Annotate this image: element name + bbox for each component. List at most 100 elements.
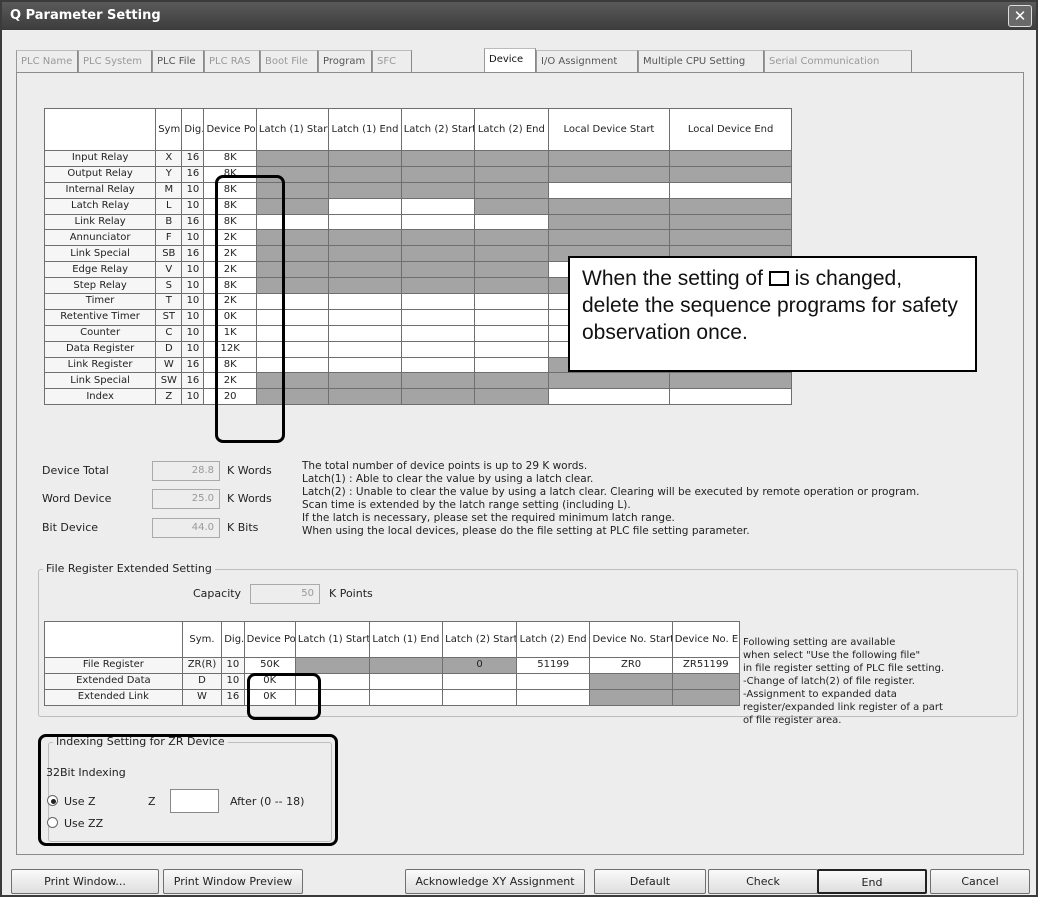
register-name-cell: Extended Link	[44, 688, 183, 706]
note-line: If the latch is necessary, please set th…	[302, 512, 675, 524]
device-symbol-cell: D	[155, 340, 183, 358]
tab-plc-name[interactable]: PLC Name	[16, 50, 78, 72]
device-symbol-cell: V	[155, 261, 183, 279]
latch1-end-cell[interactable]	[368, 672, 444, 690]
tab-plc-system[interactable]: PLC System	[78, 50, 152, 72]
file-register-row: Extended Link W 16 0K	[44, 688, 741, 706]
device-range-cell[interactable]	[474, 356, 549, 374]
device-range-cell[interactable]	[474, 324, 549, 342]
device-range-cell[interactable]	[400, 324, 476, 342]
check-button[interactable]: Check	[708, 869, 818, 894]
capacity-unit: K Points	[329, 587, 373, 600]
header-cell: Latch (1) End	[328, 108, 402, 151]
latch2-end-cell[interactable]	[515, 672, 591, 690]
device-range-cell	[474, 388, 549, 406]
device-total-unit: K Words	[227, 464, 272, 477]
latch2-start-cell[interactable]	[442, 672, 517, 690]
header-cell	[43, 108, 157, 151]
device-range-cell[interactable]	[400, 308, 476, 326]
device-range-cell	[669, 213, 792, 231]
device-digit-cell: 10	[181, 197, 205, 215]
latch1-end-cell[interactable]	[368, 688, 444, 706]
device-range-cell	[328, 245, 402, 263]
note-line: The total number of device points is up …	[302, 460, 588, 472]
device-digit-cell: 10	[181, 277, 205, 295]
device-range-cell[interactable]	[547, 388, 671, 406]
device-name-cell: Step Relay	[43, 277, 157, 295]
highlight-box-icon	[768, 271, 789, 286]
device-range-cell[interactable]	[400, 356, 476, 374]
device-name-cell: Link Special	[43, 372, 157, 390]
tab-program[interactable]: Program	[318, 50, 372, 72]
device-range-cell[interactable]	[328, 308, 402, 326]
device-digit-cell: 16	[181, 213, 205, 231]
print-window-button[interactable]: Print Window...	[11, 869, 159, 894]
tab-sfc[interactable]: SFC	[372, 50, 412, 72]
device-range-cell[interactable]	[547, 181, 671, 199]
tab-io-assignment[interactable]: I/O Assignment	[536, 50, 638, 72]
side-note-line: -Change of latch(2) of file register.	[743, 676, 915, 687]
file-register-row: Extended Data D 10 0K	[44, 672, 741, 690]
tab-plc-ras[interactable]: PLC RAS	[204, 50, 260, 72]
device-range-cell[interactable]	[474, 340, 549, 358]
device-digit-cell: 10	[181, 181, 205, 199]
device-range-cell[interactable]	[669, 388, 792, 406]
device-row: Input Relay X 16 8K	[43, 150, 792, 167]
tab-serial-communication[interactable]: Serial Communication	[764, 50, 912, 72]
tab-multiple-cpu[interactable]: Multiple CPU Setting	[638, 50, 764, 72]
device-range-cell[interactable]	[400, 293, 476, 310]
device-range-cell[interactable]	[474, 213, 549, 231]
device-range-cell	[328, 165, 402, 183]
bit-device-value: 44.0	[152, 518, 220, 538]
end-button[interactable]: End	[817, 869, 927, 894]
device-range-cell[interactable]	[328, 324, 402, 342]
latch2-end-cell[interactable]	[515, 688, 591, 706]
device-no-start-cell: ZR0	[589, 657, 673, 674]
tab-boot-file[interactable]: Boot File	[260, 50, 318, 72]
header-cell	[44, 621, 183, 658]
device-range-cell	[400, 150, 476, 167]
device-range-cell[interactable]	[400, 340, 476, 358]
acknowledge-xy-button[interactable]: Acknowledge XY Assignment	[405, 869, 585, 894]
cancel-button[interactable]: Cancel	[930, 869, 1030, 894]
latch2-start-cell[interactable]: 0	[442, 657, 517, 674]
latch1-end-cell[interactable]	[368, 657, 444, 674]
latch2-end-cell[interactable]: 51199	[515, 657, 591, 674]
header-cell: Latch (1) Start	[255, 108, 330, 151]
latch2-start-cell[interactable]	[442, 688, 517, 706]
capacity-value: 50	[250, 584, 320, 604]
close-button[interactable]: ✕	[1008, 5, 1032, 27]
device-range-cell[interactable]	[400, 197, 476, 215]
device-digit-cell: 10	[181, 388, 205, 406]
device-range-cell[interactable]	[328, 340, 402, 358]
device-range-cell[interactable]	[400, 213, 476, 231]
points-highlight-frame	[215, 175, 285, 443]
device-range-cell	[328, 372, 402, 390]
side-note-line: register/expanded link register of a par…	[743, 702, 943, 713]
device-range-cell[interactable]	[474, 308, 549, 326]
device-range-cell[interactable]	[669, 181, 792, 199]
bit-device-unit: K Bits	[227, 521, 259, 534]
device-symbol-cell: C	[155, 324, 183, 342]
device-range-cell[interactable]	[328, 213, 402, 231]
indexing-highlight-frame	[38, 734, 338, 846]
note-line: Scan time is extended by the latch range…	[302, 499, 631, 511]
device-points-cell[interactable]: 8K	[203, 150, 257, 167]
device-range-cell	[474, 277, 549, 295]
header-cell: Device Points	[203, 108, 257, 151]
device-range-cell[interactable]	[328, 197, 402, 215]
print-preview-button[interactable]: Print Window Preview	[163, 869, 303, 894]
tab-plc-file[interactable]: PLC File	[152, 50, 204, 72]
device-range-cell[interactable]	[474, 293, 549, 310]
register-name-cell: Extended Data	[44, 672, 183, 690]
device-digit-cell: 16	[181, 150, 205, 167]
latch1-start-cell[interactable]	[294, 657, 370, 674]
device-range-cell[interactable]	[328, 356, 402, 374]
default-button[interactable]: Default	[594, 869, 706, 894]
device-range-cell	[669, 150, 792, 167]
device-digit-cell: 16	[181, 372, 205, 390]
tab-device[interactable]: Device	[484, 48, 536, 72]
device-total-label: Device Total	[42, 464, 109, 477]
device-range-cell[interactable]	[328, 293, 402, 310]
register-points-cell[interactable]: 50K	[243, 657, 296, 674]
